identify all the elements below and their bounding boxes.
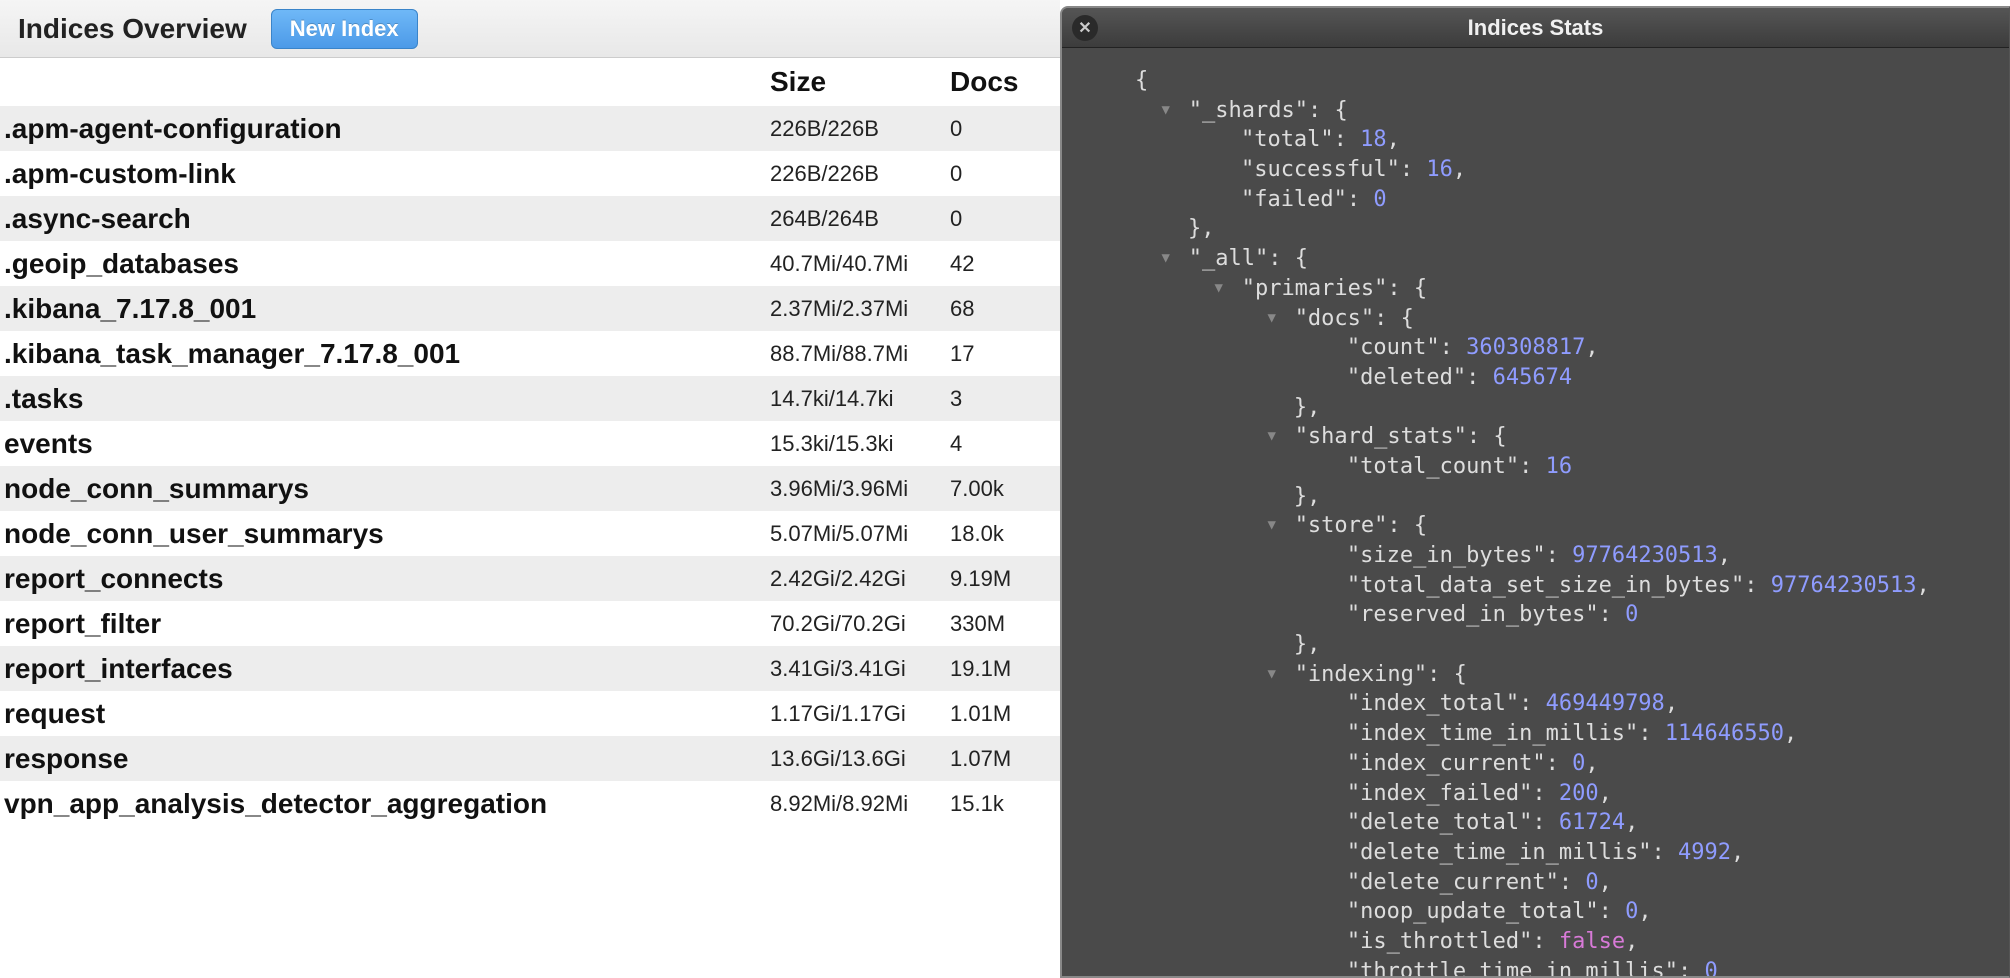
index-name[interactable]: report_connects — [0, 563, 770, 595]
expand-icon[interactable]: ▼ — [1267, 309, 1281, 328]
expand-icon[interactable]: ▼ — [1214, 279, 1228, 298]
table-row[interactable]: .geoip_databases40.7Mi/40.7Mi42 — [0, 241, 1060, 286]
index-name[interactable]: .geoip_databases — [0, 248, 770, 280]
stats-title: Indices Stats — [1468, 15, 1604, 41]
table-row[interactable]: .apm-custom-link226B/226B0 — [0, 151, 1060, 196]
table-row[interactable]: node_conn_user_summarys5.07Mi/5.07Mi18.0… — [0, 511, 1060, 556]
table-row[interactable]: .kibana_7.17.8_0012.37Mi/2.37Mi68 — [0, 286, 1060, 331]
index-size: 264B/264B — [770, 206, 950, 232]
index-name[interactable]: vpn_app_analysis_detector_aggregation — [0, 788, 770, 820]
index-size: 3.96Mi/3.96Mi — [770, 476, 950, 502]
index-docs: 0 — [950, 161, 1050, 187]
stats-header: ✕ Indices Stats — [1062, 8, 2009, 48]
index-docs: 0 — [950, 116, 1050, 142]
index-size: 5.07Mi/5.07Mi — [770, 521, 950, 547]
index-size: 8.92Mi/8.92Mi — [770, 791, 950, 817]
index-name[interactable]: .apm-agent-configuration — [0, 113, 770, 145]
table-row[interactable]: .apm-agent-configuration226B/226B0 — [0, 106, 1060, 151]
index-name[interactable]: events — [0, 428, 770, 460]
index-docs: 330M — [950, 611, 1050, 637]
index-size: 15.3ki/15.3ki — [770, 431, 950, 457]
json-viewer[interactable]: { ▼ "_shards": { "total": 18, "successfu… — [1062, 48, 2009, 976]
index-size: 226B/226B — [770, 116, 950, 142]
index-size: 70.2Gi/70.2Gi — [770, 611, 950, 637]
index-size: 40.7Mi/40.7Mi — [770, 251, 950, 277]
index-name[interactable]: request — [0, 698, 770, 730]
index-name[interactable]: response — [0, 743, 770, 775]
table-row[interactable]: events15.3ki/15.3ki4 — [0, 421, 1060, 466]
index-docs: 1.07M — [950, 746, 1050, 772]
index-docs: 0 — [950, 206, 1050, 232]
index-docs: 18.0k — [950, 521, 1050, 547]
index-size: 2.42Gi/2.42Gi — [770, 566, 950, 592]
expand-icon[interactable]: ▼ — [1267, 427, 1281, 446]
index-name[interactable]: .kibana_7.17.8_001 — [0, 293, 770, 325]
index-docs: 68 — [950, 296, 1050, 322]
index-docs: 17 — [950, 341, 1050, 367]
index-docs: 19.1M — [950, 656, 1050, 682]
index-size: 3.41Gi/3.41Gi — [770, 656, 950, 682]
table-row[interactable]: .tasks14.7ki/14.7ki3 — [0, 376, 1060, 421]
close-icon[interactable]: ✕ — [1072, 15, 1098, 41]
index-size: 14.7ki/14.7ki — [770, 386, 950, 412]
table-row[interactable]: node_conn_summarys3.96Mi/3.96Mi7.00k — [0, 466, 1060, 511]
expand-icon[interactable]: ▼ — [1161, 101, 1175, 120]
table-header: Size Docs — [0, 58, 1060, 106]
indices-stats-panel: ✕ Indices Stats { ▼ "_shards": { "total"… — [1060, 6, 2010, 978]
index-docs: 7.00k — [950, 476, 1050, 502]
table-row[interactable]: .async-search264B/264B0 — [0, 196, 1060, 241]
table-row[interactable]: vpn_app_analysis_detector_aggregation8.9… — [0, 781, 1060, 826]
index-size: 13.6Gi/13.6Gi — [770, 746, 950, 772]
index-name[interactable]: node_conn_user_summarys — [0, 518, 770, 550]
index-size: 2.37Mi/2.37Mi — [770, 296, 950, 322]
index-size: 88.7Mi/88.7Mi — [770, 341, 950, 367]
index-docs: 9.19M — [950, 566, 1050, 592]
table-row[interactable]: request1.17Gi/1.17Gi1.01M — [0, 691, 1060, 736]
index-size: 226B/226B — [770, 161, 950, 187]
page-title: Indices Overview — [18, 13, 247, 45]
table-row[interactable]: report_filter70.2Gi/70.2Gi330M — [0, 601, 1060, 646]
table-row[interactable]: .kibana_task_manager_7.17.8_00188.7Mi/88… — [0, 331, 1060, 376]
index-docs: 42 — [950, 251, 1050, 277]
expand-icon[interactable]: ▼ — [1161, 249, 1175, 268]
new-index-button[interactable]: New Index — [271, 9, 418, 49]
index-docs: 1.01M — [950, 701, 1050, 727]
column-docs[interactable]: Docs — [950, 66, 1050, 98]
index-name[interactable]: .apm-custom-link — [0, 158, 770, 190]
index-name[interactable]: report_interfaces — [0, 653, 770, 685]
expand-icon[interactable]: ▼ — [1267, 516, 1281, 535]
table-row[interactable]: report_interfaces3.41Gi/3.41Gi19.1M — [0, 646, 1060, 691]
index-name[interactable]: report_filter — [0, 608, 770, 640]
index-size: 1.17Gi/1.17Gi — [770, 701, 950, 727]
indices-overview-panel: Indices Overview New Index Size Docs .ap… — [0, 0, 1060, 978]
index-name[interactable]: .kibana_task_manager_7.17.8_001 — [0, 338, 770, 370]
table-row[interactable]: response13.6Gi/13.6Gi1.07M — [0, 736, 1060, 781]
expand-icon[interactable]: ▼ — [1267, 665, 1281, 684]
header-bar: Indices Overview New Index — [0, 0, 1060, 58]
index-docs: 3 — [950, 386, 1050, 412]
indices-table: Size Docs .apm-agent-configuration226B/2… — [0, 58, 1060, 826]
index-docs: 4 — [950, 431, 1050, 457]
column-size[interactable]: Size — [770, 66, 950, 98]
index-name[interactable]: node_conn_summarys — [0, 473, 770, 505]
index-name[interactable]: .tasks — [0, 383, 770, 415]
index-name[interactable]: .async-search — [0, 203, 770, 235]
table-row[interactable]: report_connects2.42Gi/2.42Gi9.19M — [0, 556, 1060, 601]
index-docs: 15.1k — [950, 791, 1050, 817]
